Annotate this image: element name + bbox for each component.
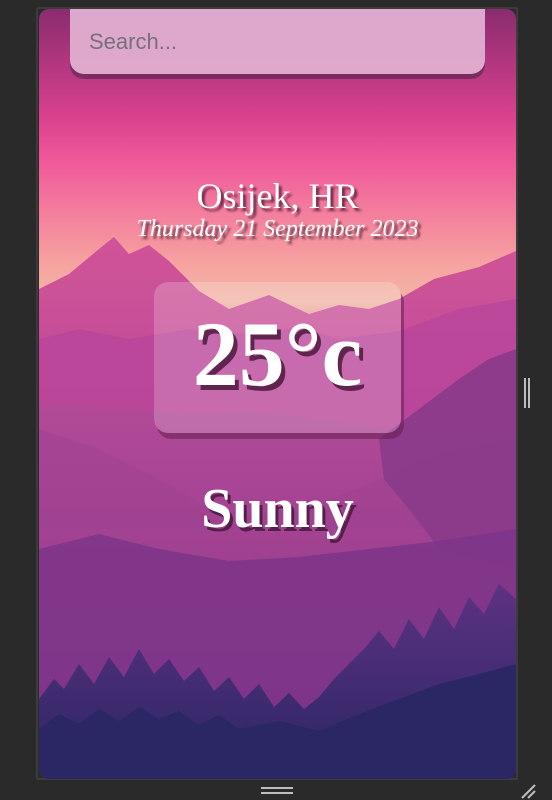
search-bar [70,9,485,74]
resize-handle-right-icon[interactable] [524,378,530,408]
temperature-value: 25°c [192,303,363,405]
current-date: Thursday 21 September 2023 [136,216,419,242]
temperature-card: 25°c [154,282,401,433]
resize-handle-bottom-icon[interactable] [261,787,293,795]
weather-app: Osijek, HR Thursday 21 September 2023 25… [39,9,516,779]
location-name: Osijek, HR [196,176,359,216]
weather-condition: Sunny [201,478,354,540]
resize-corner-icon[interactable] [520,783,536,799]
devtools-device-frame: Osijek, HR Thursday 21 September 2023 25… [0,0,552,800]
search-input[interactable] [70,9,485,74]
